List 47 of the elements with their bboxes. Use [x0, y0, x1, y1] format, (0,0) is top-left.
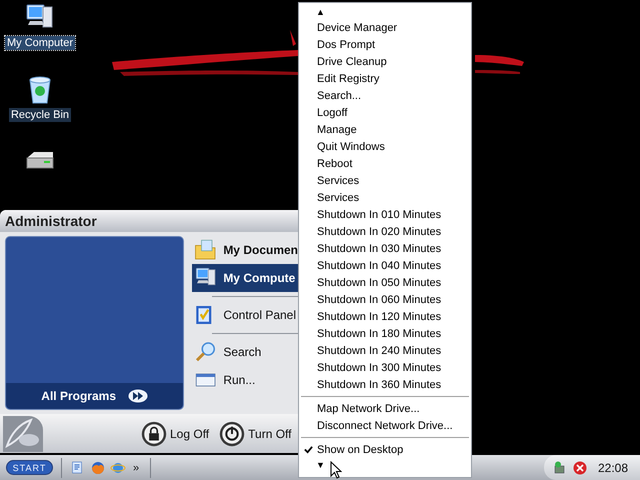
menu-item[interactable]: Shutdown In 040 Minutes — [317, 260, 442, 272]
menu-item[interactable]: Logoff — [317, 106, 348, 118]
menu-item[interactable]: Quit Windows — [317, 140, 385, 152]
menu-item[interactable]: Shutdown In 060 Minutes — [317, 294, 442, 306]
menu-item[interactable]: Shutdown In 180 Minutes — [317, 328, 442, 340]
menu-item[interactable]: Show on Desktop — [317, 444, 404, 456]
start-menu-item[interactable]: Control Panel — [192, 301, 298, 329]
turn-off-button[interactable]: Turn Off — [219, 420, 292, 446]
start-menu-item[interactable]: Run... — [192, 366, 298, 394]
menu-item[interactable]: Disconnect Network Drive... — [317, 420, 453, 432]
menu-item[interactable]: Shutdown In 360 Minutes — [317, 378, 442, 390]
menu-item[interactable]: Shutdown In 030 Minutes — [317, 242, 442, 254]
menu-item[interactable]: Shutdown In 240 Minutes — [317, 344, 442, 356]
start-menu-item[interactable]: My Documen — [192, 236, 298, 264]
folder-icon — [194, 238, 218, 262]
menu-item[interactable]: Shutdown In 050 Minutes — [317, 276, 442, 288]
menu-item[interactable]: Drive Cleanup — [317, 56, 387, 68]
scroll-down-arrow[interactable]: ▼ — [299, 458, 328, 472]
start-menu-item[interactable]: Search — [192, 338, 298, 366]
power-icon — [219, 420, 246, 446]
menu-item[interactable]: Shutdown In 010 Minutes — [317, 208, 442, 220]
all-programs-item[interactable]: All Programs — [6, 383, 184, 409]
menu-item[interactable]: Reboot — [317, 158, 352, 170]
lock-icon — [141, 420, 167, 446]
menu-item[interactable]: Services — [317, 192, 360, 204]
error-icon[interactable] — [572, 460, 588, 476]
menu-item[interactable]: Services — [317, 174, 360, 186]
menu-item[interactable]: Shutdown In 020 Minutes — [317, 226, 442, 238]
menu-item[interactable]: Map Network Drive... — [317, 402, 420, 414]
menu-item[interactable]: Device Manager — [317, 22, 398, 34]
scroll-up-arrow[interactable]: ▲ — [299, 5, 328, 19]
menu-item[interactable]: Search... — [317, 90, 362, 102]
icon-label[interactable]: Recycle Bin — [8, 108, 72, 122]
more-button[interactable]: » — [130, 462, 142, 474]
log-off-button[interactable]: Log Off — [141, 420, 210, 446]
start-menu-item[interactable]: My Compute — [192, 264, 298, 292]
feather-logo-icon — [3, 416, 43, 452]
menu-item[interactable]: Shutdown In 120 Minutes — [317, 310, 442, 322]
user-name: Administrator — [0, 210, 298, 232]
scribble-drawing — [475, 55, 524, 74]
icon-label[interactable]: My Computer — [4, 36, 76, 50]
menu-item[interactable]: Edit Registry — [317, 72, 380, 84]
clock: 22:08 — [598, 460, 628, 474]
start-button[interactable]: START — [6, 460, 53, 475]
menu-item[interactable]: Dos Prompt — [317, 38, 376, 50]
menu-item[interactable]: Shutdown In 300 Minutes — [317, 362, 442, 374]
menu-item[interactable]: Manage — [317, 124, 357, 136]
